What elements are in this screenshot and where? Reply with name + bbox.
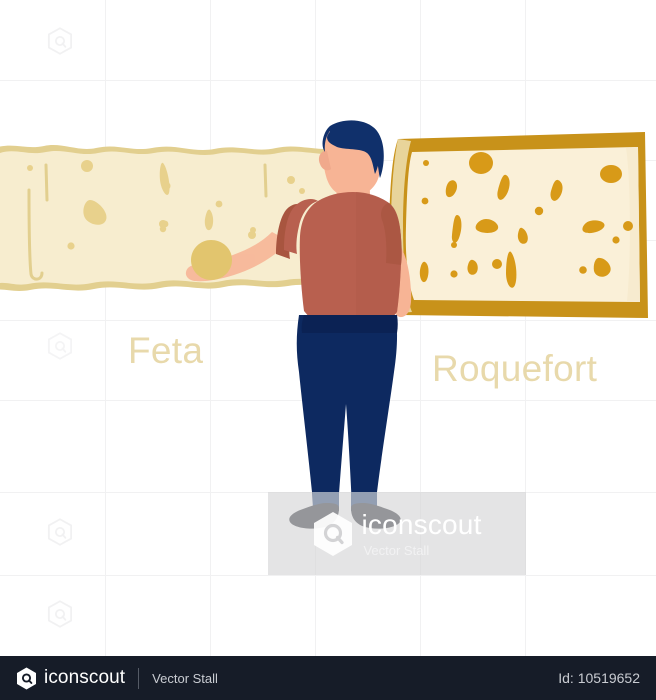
- footer-brand-label: iconscout: [44, 667, 126, 688]
- watermark-texts: iconscout Vector Stall: [361, 508, 482, 558]
- cheese-ball: [191, 240, 232, 280]
- iconscout-hex-logo-icon: [16, 667, 37, 690]
- footer-contributor-label[interactable]: Vector Stall: [152, 671, 218, 686]
- iconscout-hex-logo-icon: [312, 511, 354, 557]
- right-cheese-block: [388, 132, 648, 318]
- footer-asset-id: Id: 10519652: [558, 670, 640, 686]
- center-watermark: iconscout Vector Stall: [268, 492, 526, 575]
- pants: [296, 315, 398, 508]
- screenshot-root: Feta Roquefort iconscout Vector Stall ic…: [0, 0, 656, 700]
- footer-divider: [138, 667, 140, 689]
- illustration-canvas: Feta Roquefort iconscout Vector Stall: [0, 0, 656, 656]
- watermark-contributor: Vector Stall: [363, 542, 430, 558]
- footer-bar: iconscout Vector Stall Id: 10519652: [0, 656, 656, 700]
- cheese-label-roquefort: Roquefort: [432, 348, 598, 389]
- cheese-label-feta: Feta: [128, 330, 204, 371]
- footer-brand-group[interactable]: iconscout Vector Stall: [16, 667, 218, 690]
- watermark-brand: iconscout: [361, 508, 482, 540]
